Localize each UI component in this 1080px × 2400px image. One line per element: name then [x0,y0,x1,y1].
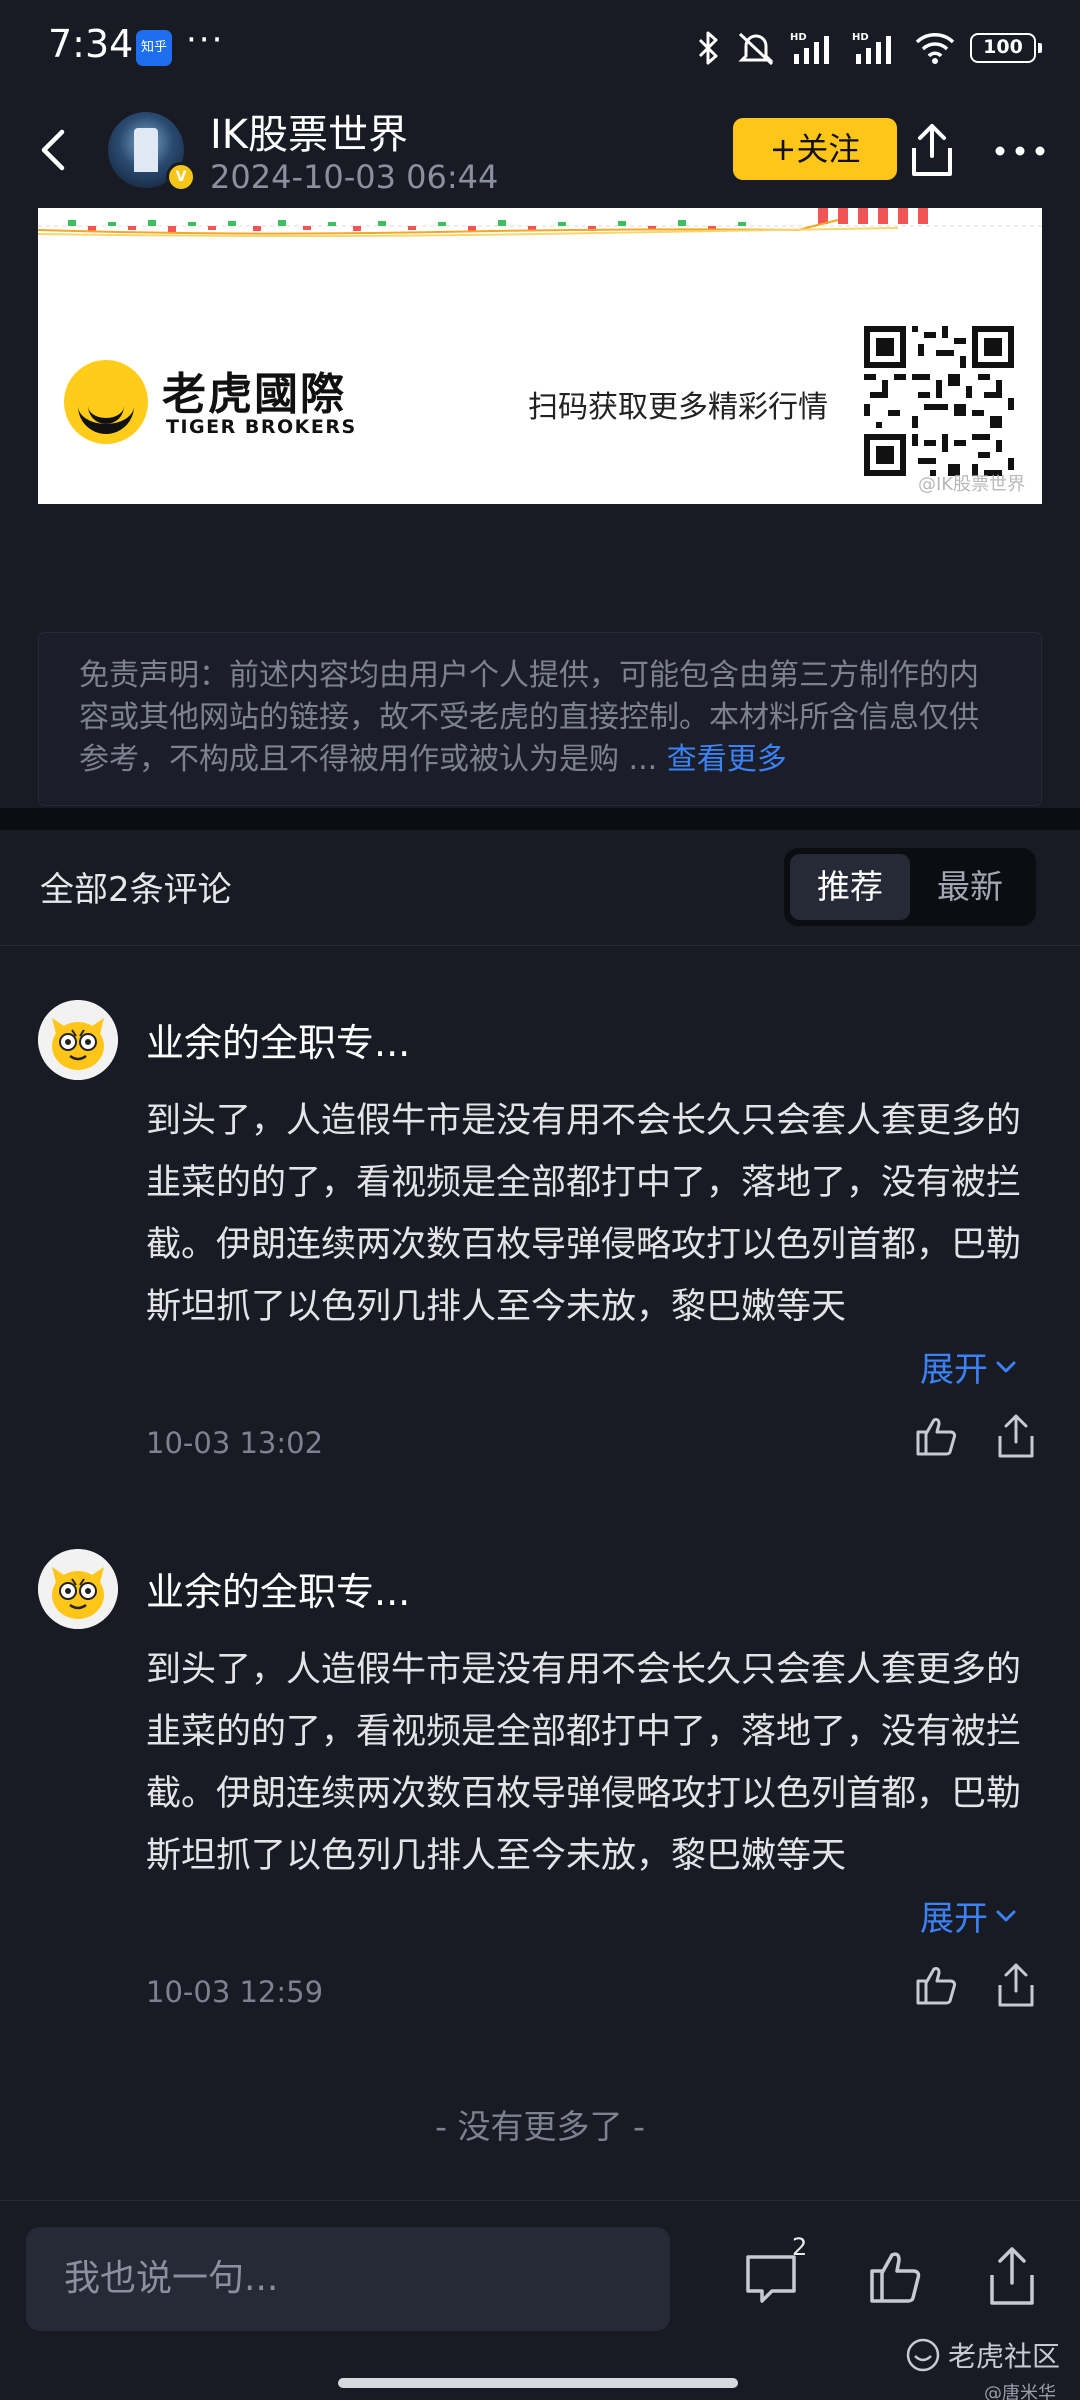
tiger-brokers-logo [64,360,148,444]
comment-item: 业余的全职专... 到头了，人造假牛市是没有用不会长久只会套人套更多的韭菜的的了… [0,1000,1080,1540]
expand-button[interactable]: 展开 [920,1342,1020,1391]
expand-button[interactable]: 展开 [920,1891,1020,1940]
qr-code-image [864,326,1014,476]
mute-icon [738,32,774,66]
comment-text: 到头了，人造假牛市是没有用不会长久只会套人套更多的韭菜的的了，看视频是全部都打中… [146,1650,1022,1876]
scan-prompt: 扫码获取更多精彩行情 [528,390,828,425]
commenter-avatar[interactable] [38,1549,118,1629]
expand-label: 展开 [920,1899,988,1939]
share-icon[interactable] [904,120,960,180]
more-options-icon[interactable] [990,136,1050,166]
commenter-name[interactable]: 业余的全职专... [146,1012,410,1067]
signal-hd-icon: HD [790,32,829,64]
comment-count-badge: 2 [792,2233,808,2261]
svg-text:HD: HD [790,32,807,43]
commenter-name[interactable]: 业余的全职专... [146,1561,410,1616]
signal-hd-icon: HD [852,32,891,64]
bottom-action-bar: 我也说一句... 2 老虎社区 @唐米华 [0,2200,1080,2400]
share-icon[interactable] [984,2245,1040,2307]
chevron-down-icon [996,1910,1016,1921]
share-icon[interactable] [992,1412,1040,1460]
watermark-label: 老虎社区 [948,2340,1061,2373]
section-divider [0,808,1080,830]
comment-text: 到头了，人造假牛市是没有用不会长久只会套人套更多的韭菜的的了，看视频是全部都打中… [146,1101,1022,1327]
community-watermark: 老虎社区 [906,2335,1060,2375]
disclaimer-box: 免责声明：前述内容均由用户个人提供，可能包含由第三方制作的内容或其他网站的链接，… [38,632,1042,806]
end-of-list-text: - 没有更多了 - [435,2107,645,2146]
comment-item: 业余的全职专... 到头了，人造假牛市是没有用不会长久只会套人套更多的韭菜的的了… [0,1549,1080,2089]
back-button[interactable] [30,120,80,180]
like-icon[interactable] [866,2247,924,2307]
status-icons: HD HD 100 [696,28,1042,68]
verified-badge-icon: V [166,162,196,192]
like-icon[interactable] [912,1961,960,2009]
comment-sort-toggle: 推荐 最新 [784,848,1036,926]
comment-date: 10-03 13:02 [146,1426,324,1460]
sort-tab-recommended[interactable]: 推荐 [790,854,910,920]
brand-name-cn: 老虎國際 [162,369,346,420]
chevron-down-icon [996,1361,1016,1372]
bluetooth-icon [698,31,718,65]
like-icon[interactable] [912,1412,960,1460]
status-bar: 7:34 知乎 ··· HD HD 100 [0,0,1080,96]
svg-text:HD: HD [852,32,869,43]
sort-tab-latest[interactable]: 最新 [910,854,1030,920]
commenter-avatar[interactable] [38,1000,118,1080]
expand-label: 展开 [920,1350,988,1390]
comments-count: 全部2条评论 [40,870,232,910]
ad-banner[interactable]: 老虎國際 TIGER BROKERS 扫码获取更多精彩行情 @IK股票世界 [38,208,1042,504]
brand-name-en: TIGER BROKERS [166,416,357,438]
comment-date: 10-03 12:59 [146,1975,324,2009]
view-more-link[interactable]: 查看更多 [667,742,787,777]
status-time: 7:34 [48,22,134,66]
disclaimer-text: 免责声明：前述内容均由用户个人提供，可能包含由第三方制作的内容或其他网站的链接，… [79,658,979,777]
battery-icon: 100 [970,33,1042,63]
wifi-icon [915,33,955,64]
comments-header: 全部2条评论 推荐 最新 [0,830,1080,946]
zhihu-app-icon: 知乎 [136,30,172,66]
post-time: 2024-10-03 06:44 [210,158,499,196]
post-header: V IK股票世界 2024-10-03 06:44 +关注 [0,96,1080,208]
chart-strip-image [38,208,1042,237]
watermark-username: @唐米华 [984,2383,1056,2400]
home-indicator[interactable] [338,2378,738,2388]
follow-button[interactable]: +关注 [733,118,897,180]
more-notifications-icon: ··· [186,20,225,60]
share-icon[interactable] [992,1961,1040,2009]
author-name[interactable]: IK股票世界 [210,102,408,160]
tiger-community-icon [906,2338,940,2372]
ad-watermark: @IK股票世界 [918,474,1026,495]
comment-input[interactable]: 我也说一句... [26,2227,670,2331]
